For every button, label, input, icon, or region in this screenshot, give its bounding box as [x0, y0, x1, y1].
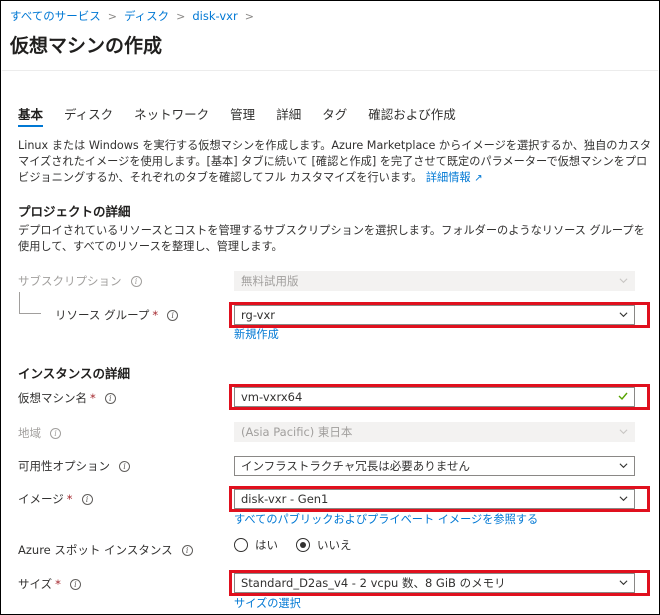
- vm-name-value: vm-vxrx64: [241, 390, 303, 404]
- required-marker: *: [55, 577, 61, 591]
- resource-group-label-text: リソース グループ: [55, 308, 150, 322]
- project-details-description: デプロイされているリソースとコストを管理するサブスクリプションを選択します。フォ…: [18, 224, 645, 253]
- info-icon[interactable]: i: [69, 578, 81, 590]
- size-label-text: サイズ: [18, 577, 53, 591]
- breadcrumb-disk-vxr[interactable]: disk-vxr: [192, 9, 237, 23]
- tab-management[interactable]: 管理: [230, 104, 255, 130]
- subscription-select: 無料試用版: [234, 271, 635, 291]
- availability-label: 可用性オプション i: [18, 458, 130, 474]
- info-icon[interactable]: i: [130, 275, 142, 287]
- tab-review-create[interactable]: 確認および作成: [368, 104, 456, 130]
- tab-networking[interactable]: ネットワーク: [134, 104, 209, 130]
- availability-value: インフラストラクチャ冗長は必要ありません: [241, 459, 470, 473]
- size-label: サイズ * i: [18, 576, 81, 592]
- tree-connector: [19, 313, 41, 314]
- chevron-down-icon: [619, 278, 628, 284]
- vm-name-label: 仮想マシン名 * i: [18, 390, 116, 406]
- image-select[interactable]: disk-vxr - Gen1: [234, 489, 635, 509]
- breadcrumb-disks[interactable]: ディスク: [124, 8, 169, 24]
- info-icon[interactable]: i: [50, 427, 61, 439]
- region-label-text: 地域: [18, 426, 41, 440]
- chevron-down-icon: [619, 580, 628, 586]
- page-title: 仮想マシンの作成: [10, 35, 163, 57]
- chevron-down-icon: [619, 312, 628, 318]
- required-marker: *: [66, 492, 73, 506]
- availability-label-text: 可用性オプション: [18, 459, 110, 473]
- spot-instance-label: Azure スポット インスタンス i: [18, 542, 193, 558]
- intro-description: Linux または Windows を実行する仮想マシンを作成します。Azure…: [18, 138, 654, 187]
- external-link-icon: ↗: [474, 173, 483, 184]
- info-icon[interactable]: i: [181, 544, 193, 556]
- spot-instance-radio-group: はい いいえ: [234, 537, 370, 553]
- select-size-link[interactable]: サイズの選択: [234, 595, 301, 611]
- chevron-right-icon: >: [244, 9, 254, 23]
- info-icon[interactable]: i: [167, 309, 179, 321]
- intro-text: Linux または Windows を実行する仮想マシンを作成します。Azure…: [18, 139, 652, 184]
- size-select[interactable]: Standard_D2as_v4 - 2 vcpu 数、8 GiB のメモリ: [234, 573, 635, 593]
- image-value: disk-vxr - Gen1: [241, 492, 329, 506]
- required-marker: *: [90, 391, 96, 405]
- spot-yes-radio[interactable]: はい: [234, 537, 278, 553]
- region-label: 地域 i: [18, 425, 61, 441]
- radio-selected-icon: [296, 538, 310, 552]
- image-label: イメージ * i: [18, 491, 93, 507]
- subscription-label-text: サブスクリプション: [18, 274, 122, 288]
- chevron-right-icon: >: [107, 9, 117, 23]
- availability-select[interactable]: インフラストラクチャ冗長は必要ありません: [234, 456, 635, 476]
- spot-no-radio[interactable]: いいえ: [296, 537, 352, 553]
- image-label-text: イメージ: [18, 492, 64, 506]
- tab-bar: 基本 ディスク ネットワーク 管理 詳細 タグ 確認および作成: [18, 104, 477, 130]
- page-frame: すべてのサービス > ディスク > disk-vxr > 仮想マシンの作成 基本…: [0, 0, 660, 615]
- subscription-value: 無料試用版: [241, 274, 299, 288]
- learn-more-link[interactable]: 詳細情報: [426, 171, 471, 184]
- region-value: (Asia Pacific) 東日本: [241, 425, 353, 439]
- region-select: (Asia Pacific) 東日本: [234, 422, 635, 442]
- breadcrumb-all-services[interactable]: すべてのサービス: [10, 8, 101, 24]
- info-icon[interactable]: i: [119, 460, 130, 472]
- tab-tags[interactable]: タグ: [322, 104, 347, 130]
- spot-instance-label-text: Azure スポット インスタンス: [18, 543, 173, 557]
- browse-images-link[interactable]: すべてのパブリックおよびプライベート イメージを参照する: [234, 511, 538, 527]
- info-icon[interactable]: i: [104, 392, 116, 404]
- chevron-right-icon: >: [176, 9, 186, 23]
- subscription-label: サブスクリプション i: [18, 273, 142, 289]
- resource-group-label: リソース グループ * i: [55, 307, 179, 323]
- chevron-down-icon: [619, 496, 628, 502]
- tree-connector: [19, 292, 20, 314]
- vm-name-input[interactable]: vm-vxrx64: [234, 387, 635, 407]
- project-details-heading: プロジェクトの詳細: [18, 204, 131, 219]
- spot-yes-label: はい: [255, 538, 278, 552]
- instance-details-heading: インスタンスの詳細: [18, 366, 131, 381]
- radio-circle-icon: [234, 538, 248, 552]
- info-icon[interactable]: i: [81, 493, 93, 505]
- tab-advanced[interactable]: 詳細: [276, 104, 301, 130]
- breadcrumb: すべてのサービス > ディスク > disk-vxr >: [10, 8, 261, 24]
- chevron-down-icon: [619, 463, 628, 469]
- vm-name-label-text: 仮想マシン名: [18, 391, 87, 405]
- divider: [2, 70, 658, 71]
- chevron-down-icon: [619, 429, 628, 435]
- create-new-resource-group-link[interactable]: 新規作成: [234, 326, 279, 342]
- required-marker: *: [152, 308, 159, 322]
- resource-group-select[interactable]: rg-vxr: [234, 305, 635, 325]
- spot-no-label: いいえ: [317, 538, 352, 552]
- checkmark-icon: [618, 392, 628, 401]
- tab-basics[interactable]: 基本: [18, 104, 44, 130]
- size-value: Standard_D2as_v4 - 2 vcpu 数、8 GiB のメモリ: [241, 576, 506, 590]
- resource-group-value: rg-vxr: [241, 308, 276, 322]
- tab-disks[interactable]: ディスク: [64, 104, 113, 130]
